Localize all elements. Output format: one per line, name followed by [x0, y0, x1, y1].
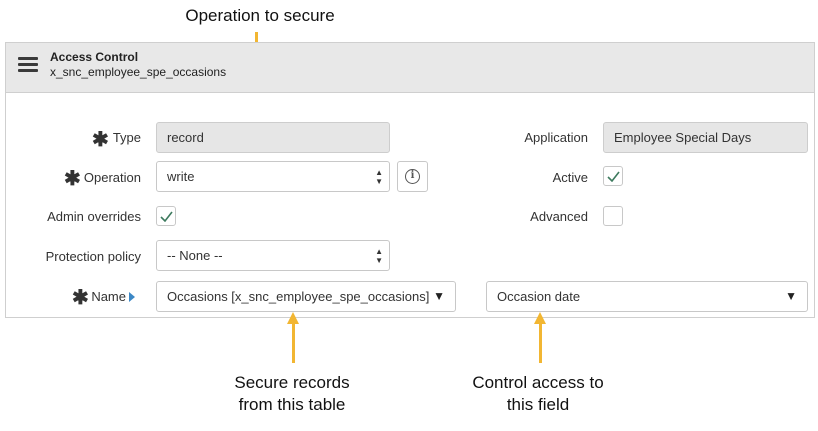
protection-policy-label: Protection policy [45, 249, 141, 264]
info-icon: i [405, 169, 420, 184]
admin-overrides-checkbox[interactable] [156, 206, 176, 226]
select-updown-icon: ▲ ▼ [375, 167, 383, 186]
form-title: Access Control [50, 50, 139, 64]
name-field-value: Occasion date [497, 289, 581, 304]
hamburger-menu-icon[interactable] [18, 57, 38, 73]
admin-overrides-label: Admin overrides [47, 209, 141, 224]
protection-policy-select[interactable]: -- None -- ▲ ▼ [156, 240, 390, 271]
name-required-icon: ✱ [72, 287, 89, 309]
select-updown-icon: ▲ ▼ [375, 246, 383, 265]
name-expand-icon[interactable] [129, 292, 135, 302]
advanced-checkbox[interactable] [603, 206, 623, 226]
callout-field-line1: Control access to [472, 373, 604, 392]
checkmark-icon [160, 211, 173, 222]
info-button[interactable]: i [397, 161, 428, 192]
type-field: record [156, 122, 390, 153]
callout-records-line2: from this table [238, 395, 346, 414]
type-label: Type [112, 130, 141, 145]
application-field: Employee Special Days [603, 122, 808, 153]
name-table-select[interactable]: Occasions [x_snc_employee_spe_occasions]… [156, 281, 456, 312]
dropdown-caret-icon: ▼ [785, 289, 797, 303]
callout-operation: Operation to secure [185, 6, 335, 25]
callout-records: Secure records from this table [192, 372, 392, 416]
name-field-select[interactable]: Occasion date ▼ [486, 281, 808, 312]
name-table-value: Occasions [x_snc_employee_spe_occasions] [167, 289, 430, 304]
operation-select[interactable]: write ▲ ▼ [156, 161, 390, 192]
active-label: Active [552, 170, 588, 185]
active-checkbox[interactable] [603, 166, 623, 186]
dropdown-caret-icon: ▼ [433, 289, 445, 303]
operation-required-icon: ✱ [64, 168, 81, 190]
form-header: Access Control x_snc_employee_spe_occasi… [6, 43, 814, 93]
form-subtitle: x_snc_employee_spe_occasions [50, 65, 227, 79]
operation-value: write [167, 169, 195, 184]
checkmark-icon [607, 171, 620, 182]
type-required-icon: ✱ [92, 129, 109, 151]
callout-records-line1: Secure records [234, 373, 350, 392]
callout-arrow-records [292, 323, 295, 363]
advanced-label: Advanced [530, 209, 588, 224]
application-label: Application [524, 130, 588, 145]
callout-field-line2: this field [506, 395, 570, 414]
operation-label: Operation [83, 170, 141, 185]
protection-policy-value: -- None -- [167, 248, 223, 263]
callout-field: Control access to this field [428, 372, 648, 416]
name-label: Name [91, 289, 126, 304]
callout-arrow-field [539, 323, 542, 363]
